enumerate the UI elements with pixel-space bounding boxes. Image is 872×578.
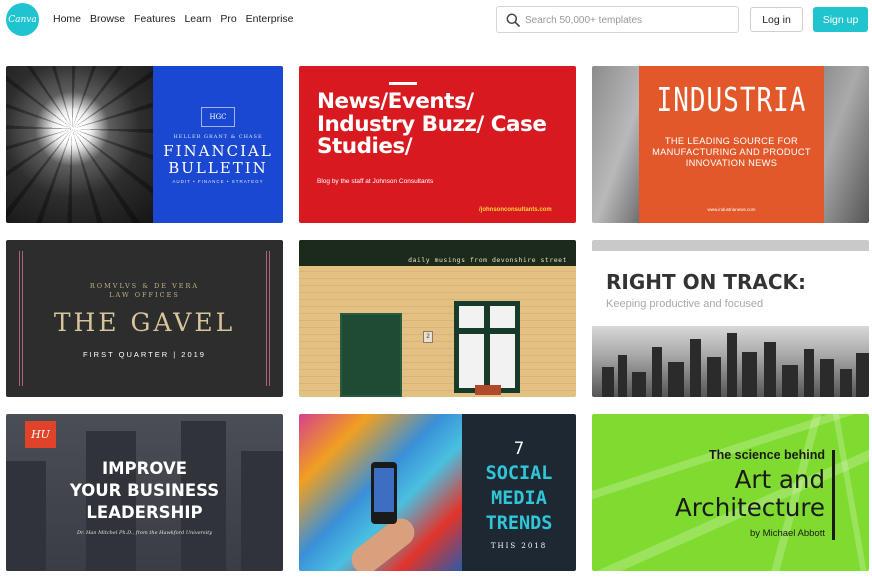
search-box[interactable] <box>496 6 739 33</box>
window-pane <box>458 333 485 389</box>
search-input[interactable] <box>525 11 730 29</box>
vertical-rule <box>832 450 835 540</box>
building <box>602 367 614 397</box>
building <box>632 372 646 397</box>
search-icon <box>506 13 520 27</box>
building <box>727 333 737 397</box>
subtitle: AUDIT • FINANCE • STRATEGY <box>172 179 264 184</box>
quarter-label: FIRST QUARTER | 2019 <box>83 350 206 359</box>
number: 7 <box>513 439 525 459</box>
university-badge: HU <box>25 421 56 448</box>
window-pane <box>489 305 516 329</box>
courtyard-photo-texture <box>6 66 153 223</box>
byline: by Michael Abbott <box>750 528 825 539</box>
nav-enterprise[interactable]: Enterprise <box>246 13 294 25</box>
nav-pro[interactable]: Pro <box>220 13 236 25</box>
signup-button[interactable]: Sign up <box>813 7 868 32</box>
canva-logo[interactable]: Canva <box>6 3 39 36</box>
main-nav: Home Browse Features Learn Pro Enterpris… <box>53 13 303 25</box>
template-card-industria[interactable]: INDUSTRIA THE LEADING SOURCE FOR MANUFAC… <box>592 66 869 223</box>
title-line-3: TRENDS <box>485 513 553 534</box>
building <box>856 353 869 397</box>
brand-title: INDUSTRIA <box>656 82 807 120</box>
login-button[interactable]: Log in <box>750 7 803 32</box>
window <box>454 301 520 393</box>
template-card-the-gavel[interactable]: ROMVLVS & DE VERA LAW OFFICES THE GAVEL … <box>6 240 283 397</box>
subtitle: Keeping productive and focused <box>606 298 764 310</box>
template-card-business-leadership[interactable]: HU IMPROVE YOUR BUSINESS LEADERSHIP Dr. … <box>6 414 283 571</box>
accent-bar <box>389 82 417 85</box>
nav-features[interactable]: Features <box>134 13 175 25</box>
title: RIGHT ON TRACK: <box>606 270 806 294</box>
monogram: HGC <box>201 107 235 127</box>
building <box>652 347 662 397</box>
window-pane <box>458 305 485 329</box>
firm-line-1: ROMVLVS & DE VERA <box>89 282 200 290</box>
url-text: www.industrianews.com <box>707 207 756 212</box>
firm-name: ROMVLVS & DE VERA LAW OFFICES <box>6 282 283 300</box>
template-card-financial-bulletin[interactable]: HGC HELLER GRANT & CHASE FINANCIAL BULLE… <box>6 66 283 223</box>
title: THE GAVEL <box>53 308 236 337</box>
building <box>764 342 776 397</box>
building <box>742 352 757 397</box>
template-card-right-on-track[interactable]: RIGHT ON TRACK: Keeping productive and f… <box>592 240 869 397</box>
byline: Blog by the staff at Johnson Consultants <box>317 178 434 185</box>
template-card-news-events[interactable]: News/Events/ Industry Buzz/ Case Studies… <box>299 66 576 223</box>
title-line-1: SOCIAL <box>485 463 553 484</box>
firm-line-2: LAW OFFICES <box>109 291 180 299</box>
building <box>804 349 814 397</box>
nav-learn[interactable]: Learn <box>184 13 211 25</box>
template-card-devonshire-street[interactable]: daily musings from devonshire street 2 <box>299 240 576 397</box>
title-line-1: Art and <box>734 465 825 494</box>
year-label: THIS 2018 <box>490 542 548 550</box>
phone-screen <box>374 468 394 512</box>
nav-home[interactable]: Home <box>53 13 81 25</box>
title-line-2: MEDIA <box>491 488 547 509</box>
title: SOCIAL MEDIA TRENDS <box>462 461 576 536</box>
url-text: /johnsonconsultants.com <box>479 207 552 213</box>
description: THE LEADING SOURCE FOR MANUFACTURING AND… <box>652 136 811 168</box>
building <box>840 369 852 397</box>
headline-line-1: IMPROVE <box>102 459 187 478</box>
byline: Dr. Han Mitchel Ph.D., from the Hawkford… <box>76 530 213 536</box>
headline-line-2: YOUR BUSINESS <box>69 481 220 500</box>
title-line-2: BULLETIN <box>168 159 268 177</box>
tagline: daily musings from devonshire street <box>408 256 567 264</box>
pre-title: The science behind <box>708 448 825 462</box>
nav-browse[interactable]: Browse <box>90 13 125 25</box>
building <box>820 359 834 397</box>
headline: IMPROVE YOUR BUSINESS LEADERSHIP <box>6 458 283 524</box>
building <box>690 339 701 397</box>
orange-panel: INDUSTRIA THE LEADING SOURCE FOR MANUFAC… <box>639 66 824 223</box>
title-line-2: Architecture <box>675 493 825 522</box>
green-door <box>340 313 402 397</box>
building <box>618 355 627 397</box>
title-line-1: FINANCIAL <box>163 142 273 160</box>
flower-box <box>475 385 501 395</box>
firm-name: HELLER GRANT & CHASE <box>173 134 263 140</box>
building <box>707 357 721 397</box>
title: Art and Architecture <box>592 466 825 522</box>
headline-line-3: LEADERSHIP <box>86 503 203 522</box>
headline: News/Events/ Industry Buzz/ Case Studies… <box>317 89 547 159</box>
navy-panel: 7 SOCIAL MEDIA TRENDS THIS 2018 <box>462 414 576 571</box>
building <box>782 365 798 397</box>
building <box>668 362 684 397</box>
window-pane <box>489 333 516 389</box>
blue-panel: HGC HELLER GRANT & CHASE FINANCIAL BULLE… <box>153 66 283 223</box>
template-card-art-architecture[interactable]: The science behind Art and Architecture … <box>592 414 869 571</box>
top-nav-bar: Canva Home Browse Features Learn Pro Ent… <box>0 0 872 40</box>
house-number: 2 <box>423 331 433 343</box>
template-card-social-media-trends[interactable]: 7 SOCIAL MEDIA TRENDS THIS 2018 <box>299 414 576 571</box>
beam-stripe <box>831 414 869 571</box>
grey-top-band <box>592 240 869 251</box>
city-skyline <box>592 326 869 397</box>
